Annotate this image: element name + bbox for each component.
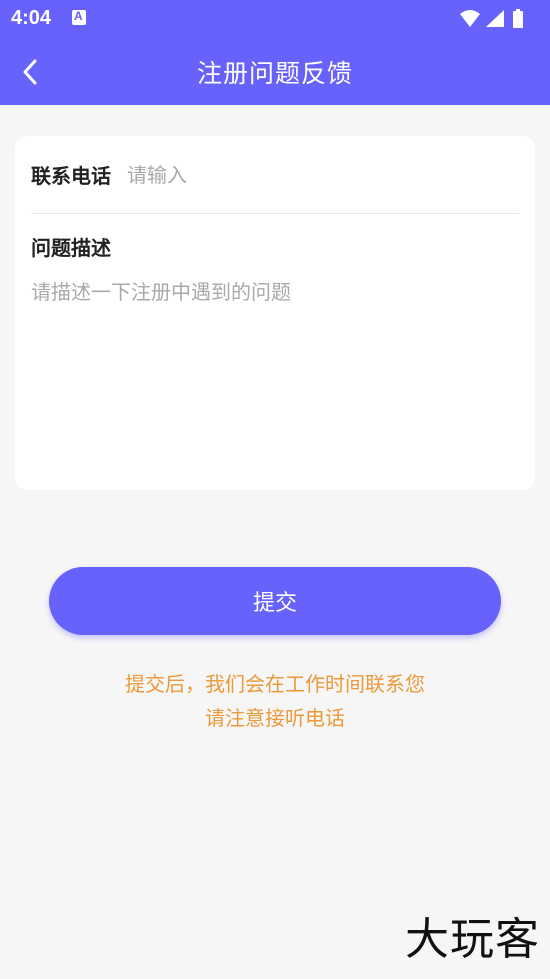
phone-label: 联系电话 bbox=[31, 164, 111, 188]
submit-button[interactable]: 提交 bbox=[49, 567, 501, 635]
notice-line-1: 提交后，我们会在工作时间联系您 bbox=[125, 672, 425, 696]
battery-icon bbox=[513, 9, 523, 28]
description-input[interactable] bbox=[31, 276, 519, 466]
notice-line-2: 请注意接听电话 bbox=[205, 706, 345, 730]
description-label: 问题描述 bbox=[31, 236, 111, 260]
status-time: 4:04 bbox=[11, 7, 52, 29]
signal-icon bbox=[486, 10, 504, 27]
page-title: 注册问题反馈 bbox=[196, 59, 353, 88]
nav-bar: 注册问题反馈 bbox=[0, 38, 550, 105]
wifi-icon bbox=[460, 10, 480, 27]
app-notification-icon bbox=[72, 9, 86, 25]
feedback-form-card: 联系电话 问题描述 bbox=[15, 136, 535, 490]
phone-input[interactable] bbox=[127, 162, 427, 187]
status-bar: 4:04 bbox=[0, 0, 550, 38]
status-icons bbox=[458, 8, 538, 30]
watermark-logo: 大玩客 bbox=[405, 914, 540, 965]
phone-row: 联系电话 bbox=[31, 136, 519, 214]
app-header: 4:04 注册问题反馈 bbox=[0, 0, 550, 105]
